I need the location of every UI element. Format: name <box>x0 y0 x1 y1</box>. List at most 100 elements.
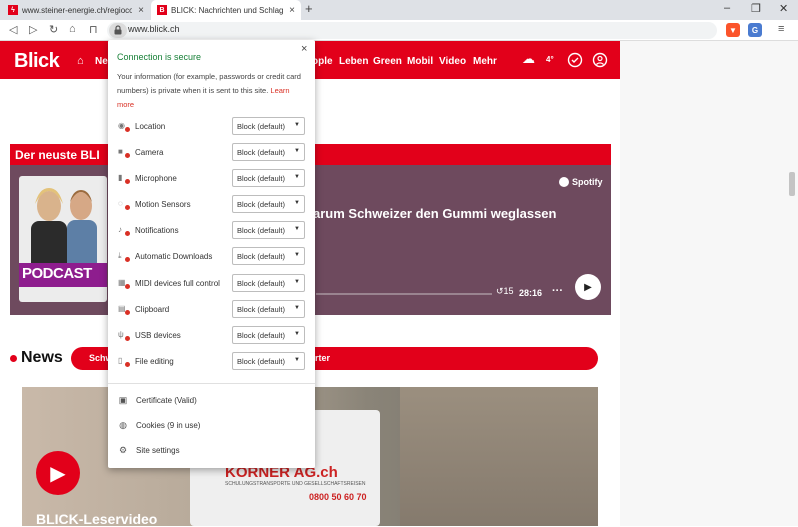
popup-divider <box>108 383 315 384</box>
camera-icon: ■ <box>118 147 130 158</box>
permission-label-location: Location <box>135 122 166 131</box>
nav-link-people[interactable]: ople <box>312 56 333 67</box>
nav-link-news[interactable]: Ne <box>95 56 108 67</box>
permission-value: Block (default) <box>237 305 285 314</box>
permission-value: Block (default) <box>237 122 285 131</box>
nav-link-video[interactable]: Video <box>439 56 466 67</box>
permission-label-camera: Camera <box>135 148 164 157</box>
home-button[interactable]: ⌂ <box>69 23 76 35</box>
permission-select-motion-sensors[interactable]: Block (default) ▼ <box>232 195 305 213</box>
gear-icon: ⚙ <box>118 445 128 455</box>
back-button[interactable]: ◁ <box>9 23 17 36</box>
motion-sensor-icon: ◌ <box>118 199 130 210</box>
skip-15-label: 15 <box>503 286 514 296</box>
tab-close-icon[interactable]: × <box>138 5 144 16</box>
tab-title: BLICK: Nachrichten und Schlagzeil <box>171 5 284 15</box>
permission-select-camera[interactable]: Block (default) ▼ <box>232 143 305 161</box>
permission-select-midi[interactable]: Block (default) ▼ <box>232 274 305 292</box>
scrollbar-track[interactable] <box>620 41 798 526</box>
tab-steiner[interactable]: ϟ www.steiner-energie.ch/regiocom × <box>2 0 150 20</box>
permission-value: Block (default) <box>237 174 285 183</box>
nav-link-leben[interactable]: Leben <box>339 56 368 67</box>
toolbar: ◁ ▷ ↻ ⌂ ⊓ <box>0 20 798 41</box>
bus-phone-text: 0800 50 60 70 <box>309 492 367 502</box>
scrollbar-thumb[interactable] <box>789 172 795 196</box>
chevron-down-icon: ▼ <box>294 331 300 337</box>
video-label: BLICK-Leservideo <box>36 511 158 527</box>
news-live-dot <box>10 355 17 362</box>
certificate-link[interactable]: ▣ Certificate (Valid) <box>117 395 197 406</box>
permission-select-location[interactable]: Block (default) ▼ <box>232 117 305 135</box>
permission-value: Block (default) <box>237 252 285 261</box>
permission-value: Block (default) <box>237 200 285 209</box>
tab-close-icon[interactable]: × <box>289 5 295 16</box>
playback-progress-bar[interactable] <box>316 293 492 295</box>
permission-select-automatic-downloads[interactable]: Block (default) ▼ <box>232 247 305 265</box>
microphone-icon: ▮ <box>118 173 130 184</box>
podcast-section-title: Der neuste BLI <box>15 148 100 162</box>
bus-subtitle-text: SCHULUNGSTRANSPORTE UND GESELLSCHAFTSREI… <box>225 481 366 487</box>
video-play-button[interactable]: ▶ <box>36 451 80 495</box>
tab-blick[interactable]: B BLICK: Nachrichten und Schlagzeil × <box>151 0 301 20</box>
news-filter-other[interactable]: rter <box>315 353 330 363</box>
permission-select-file-editing[interactable]: Block (default) ▼ <box>232 352 305 370</box>
permission-select-microphone[interactable]: Block (default) ▼ <box>232 169 305 187</box>
chevron-down-icon: ▼ <box>294 252 300 258</box>
cookie-icon: ◍ <box>119 420 127 430</box>
permission-value: Block (default) <box>237 331 285 340</box>
usb-icon: ψ <box>118 330 130 341</box>
file-icon: ▯ <box>118 356 130 367</box>
permission-select-clipboard[interactable]: Block (default) ▼ <box>232 300 305 318</box>
play-icon: ▶ <box>584 281 592 293</box>
play-button[interactable]: ▶ <box>575 274 601 300</box>
chevron-down-icon: ▼ <box>294 200 300 206</box>
user-icon[interactable] <box>592 52 608 71</box>
close-window-button[interactable]: ✕ <box>779 2 788 15</box>
spotify-label: Spotify <box>572 177 603 187</box>
permission-value: Block (default) <box>237 279 285 288</box>
blick-logo[interactable]: Blick <box>14 50 60 73</box>
nav-link-mehr[interactable]: Mehr <box>473 56 497 67</box>
chevron-down-icon: ▼ <box>294 174 300 180</box>
spotify-logo[interactable]: Spotify <box>559 177 603 187</box>
address-bar[interactable] <box>107 22 717 39</box>
forward-button[interactable]: ▷ <box>29 23 37 36</box>
certificate-label: Certificate (Valid) <box>136 396 197 405</box>
permission-label-midi: MIDI devices full control <box>135 279 220 288</box>
menu-button[interactable]: ≡ <box>778 23 784 35</box>
home-icon[interactable]: ⌂ <box>77 55 84 67</box>
nav-link-mobil[interactable]: Mobil <box>407 56 433 67</box>
lock-icon[interactable] <box>109 23 127 38</box>
restore-button[interactable]: ❐ <box>751 2 761 15</box>
more-options-button[interactable]: ··· <box>552 285 563 297</box>
episode-duration: 28:16 <box>519 288 543 298</box>
location-icon: ◉ <box>118 121 130 132</box>
translate-icon[interactable]: G <box>748 23 762 37</box>
minimize-button[interactable]: ‒ <box>724 2 730 14</box>
weather-icon[interactable]: ☁ <box>522 51 535 67</box>
site-settings-link[interactable]: ⚙ Site settings <box>117 445 180 456</box>
clipboard-icon: ▤ <box>118 304 130 315</box>
bell-icon: ♪ <box>118 225 130 236</box>
chevron-down-icon: ▼ <box>294 148 300 154</box>
permission-select-usb[interactable]: Block (default) ▼ <box>232 326 305 344</box>
permission-label-notifications: Notifications <box>135 226 179 235</box>
badge-icon[interactable] <box>567 52 583 71</box>
skip-15-button[interactable]: ↺15 <box>496 286 514 297</box>
url-text[interactable]: www.blick.ch <box>128 24 180 34</box>
new-tab-button[interactable]: + <box>305 1 313 16</box>
chevron-down-icon: ▼ <box>294 305 300 311</box>
popup-close-button[interactable]: × <box>301 43 307 55</box>
permission-label-motion-sensors: Motion Sensors <box>135 200 191 209</box>
permission-value: Block (default) <box>237 357 285 366</box>
brave-shield-icon[interactable]: ▼ <box>726 23 740 37</box>
cookies-link[interactable]: ◍ Cookies (9 in use) <box>117 420 200 431</box>
bookmark-button[interactable]: ⊓ <box>89 23 98 36</box>
permission-label-file-editing: File editing <box>135 357 174 366</box>
permission-select-notifications[interactable]: Block (default) ▼ <box>232 221 305 239</box>
building-image <box>400 387 598 526</box>
reload-button[interactable]: ↻ <box>49 23 58 36</box>
steiner-favicon-icon: ϟ <box>8 5 18 15</box>
episode-title[interactable]: arum Schweizer den Gummi weglassen <box>313 206 556 221</box>
nav-link-green[interactable]: Green <box>373 56 402 67</box>
